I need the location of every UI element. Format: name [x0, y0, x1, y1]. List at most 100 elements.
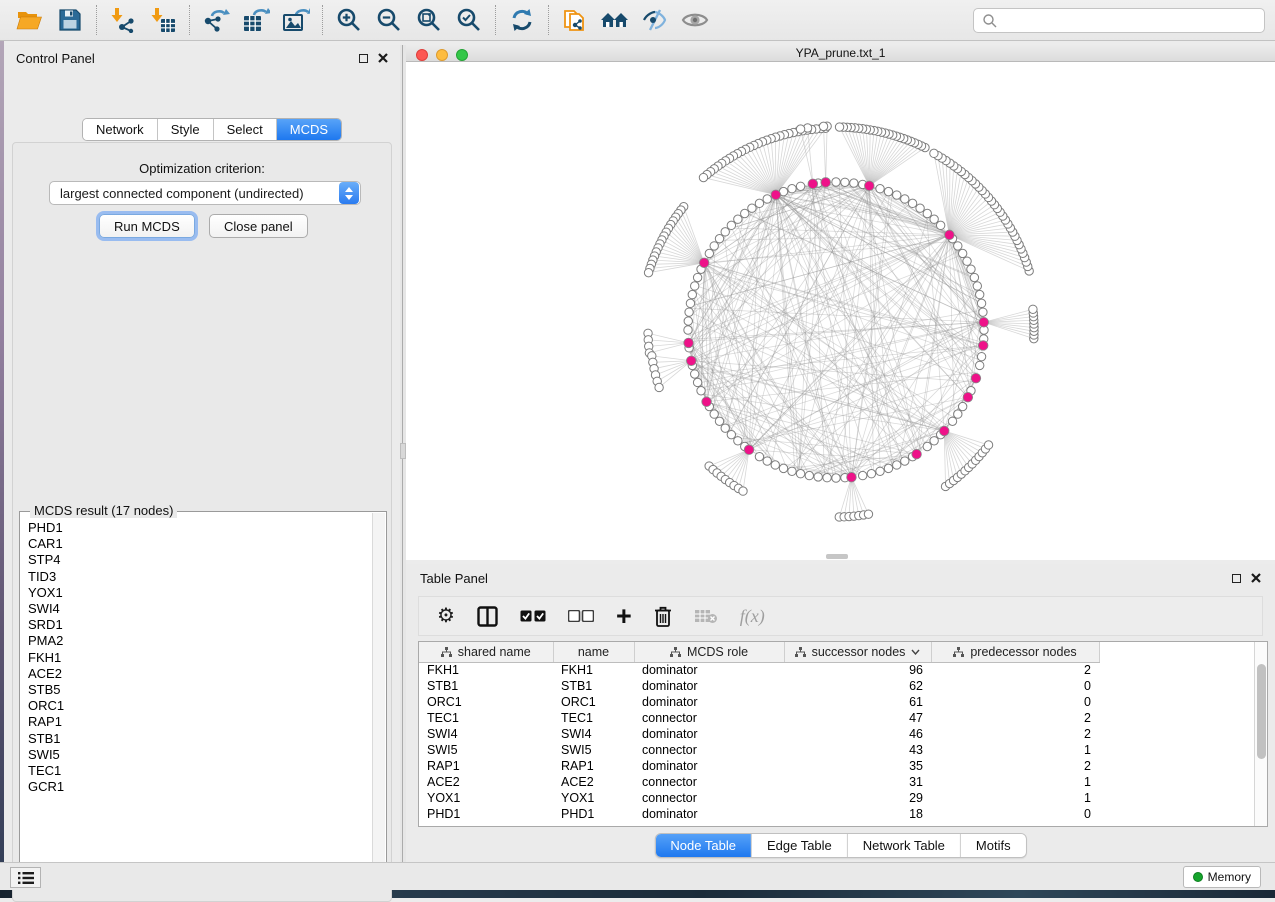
mcds-result-item[interactable]: FKH1 — [28, 650, 373, 666]
mcds-result-item[interactable]: SWI5 — [28, 747, 373, 763]
tab-network-table[interactable]: Network Table — [848, 834, 961, 857]
column-header-successor-nodes[interactable]: successor nodes — [784, 642, 931, 662]
table-row[interactable]: RAP1RAP1dominator352 — [419, 758, 1255, 774]
mcds-tab-content: Optimization criterion: largest connecte… — [12, 142, 392, 902]
table-row[interactable]: PHD1PHD1dominator180 — [419, 806, 1255, 822]
table-row[interactable]: ACE2ACE2connector311 — [419, 774, 1255, 790]
column-type-icon — [441, 647, 452, 657]
delete-row-icon[interactable] — [654, 606, 672, 627]
home-views-icon[interactable] — [595, 3, 635, 37]
column-header-name[interactable]: name — [553, 642, 634, 662]
toolbar-separator — [322, 5, 323, 35]
table-header-row: shared name name MCDS role successor nod… — [419, 642, 1255, 662]
table-toolbar: ⚙ + — [418, 596, 1263, 636]
delete-table-icon[interactable] — [694, 608, 718, 624]
float-panel-icon[interactable] — [359, 54, 368, 63]
column-type-icon — [953, 647, 964, 657]
toolbar-separator — [189, 5, 190, 35]
mcds-result-item[interactable]: YOX1 — [28, 585, 373, 601]
close-table-panel-icon[interactable] — [1251, 573, 1261, 583]
close-panel-icon[interactable] — [378, 53, 388, 63]
export-image-icon[interactable] — [276, 3, 316, 37]
tab-style[interactable]: Style — [158, 119, 214, 140]
deselect-all-rows-icon[interactable] — [568, 610, 594, 622]
column-header-predecessor-nodes[interactable]: predecessor nodes — [931, 642, 1099, 662]
sort-chevron-icon — [911, 649, 920, 655]
mcds-result-item[interactable]: RAP1 — [28, 714, 373, 730]
hide-graphics-details-icon[interactable] — [635, 3, 675, 37]
tab-motifs[interactable]: Motifs — [961, 834, 1026, 857]
toolbar-separator — [96, 5, 97, 35]
tab-node-table[interactable]: Node Table — [655, 834, 752, 857]
run-mcds-button[interactable]: Run MCDS — [99, 214, 195, 238]
zoom-selected-icon[interactable] — [449, 3, 489, 37]
control-panel-tabs: Network Style Select MCDS — [82, 118, 342, 141]
function-builder-icon[interactable]: f(x) — [740, 606, 765, 627]
mcds-result-item[interactable]: CAR1 — [28, 536, 373, 552]
export-network-icon[interactable] — [196, 3, 236, 37]
float-table-panel-icon[interactable] — [1232, 574, 1241, 583]
mcds-result-item[interactable]: SRD1 — [28, 617, 373, 633]
tab-edge-table[interactable]: Edge Table — [752, 834, 848, 857]
mcds-result-item[interactable]: PHD1 — [28, 520, 373, 536]
column-header-mcds-role[interactable]: MCDS role — [634, 642, 784, 662]
table-vscrollbar[interactable] — [1254, 642, 1267, 826]
table-row[interactable]: TEC1TEC1connector472 — [419, 710, 1255, 726]
mcds-result-item[interactable]: ACE2 — [28, 666, 373, 682]
table-row[interactable]: STB1STB1dominator620 — [419, 678, 1255, 694]
column-type-icon — [795, 647, 806, 657]
tab-mcds[interactable]: MCDS — [277, 119, 341, 140]
import-table-icon[interactable] — [143, 3, 183, 37]
show-columns-icon[interactable] — [477, 606, 498, 627]
table-row[interactable]: SWI4SWI4dominator462 — [419, 726, 1255, 742]
close-panel-button[interactable]: Close panel — [209, 214, 308, 238]
zoom-in-icon[interactable] — [329, 3, 369, 37]
table-row[interactable]: ORC1ORC1dominator610 — [419, 694, 1255, 710]
network-canvas[interactable] — [406, 62, 1275, 560]
memory-button[interactable]: Memory — [1183, 866, 1261, 888]
column-header-shared-name[interactable]: shared name — [419, 642, 553, 662]
add-row-icon[interactable]: + — [616, 606, 632, 626]
show-graphics-details-icon[interactable] — [675, 3, 715, 37]
table-settings-gear-icon[interactable]: ⚙ — [437, 606, 455, 626]
tab-select[interactable]: Select — [214, 119, 277, 140]
zoom-out-icon[interactable] — [369, 3, 409, 37]
mcds-result-item[interactable]: PMA2 — [28, 633, 373, 649]
toolbar-separator — [548, 5, 549, 35]
mcds-result-item[interactable]: TEC1 — [28, 763, 373, 779]
clone-network-icon[interactable] — [555, 3, 595, 37]
refresh-icon[interactable] — [502, 3, 542, 37]
search-field[interactable] — [973, 8, 1265, 33]
memory-status-icon — [1193, 872, 1203, 882]
zoom-fit-icon[interactable] — [409, 3, 449, 37]
mcds-result-item[interactable]: TID3 — [28, 569, 373, 585]
table-row[interactable]: FKH1FKH1dominator962 — [419, 662, 1255, 678]
mcds-result-item[interactable]: STB5 — [28, 682, 373, 698]
mcds-result-item[interactable]: STP4 — [28, 552, 373, 568]
task-history-button[interactable] — [10, 867, 41, 888]
mcds-result-list[interactable]: PHD1CAR1STP4TID3YOX1SWI4SRD1PMA2FKH1ACE2… — [21, 520, 373, 876]
mcds-result-scrollbar[interactable] — [372, 513, 385, 877]
mcds-result-item[interactable]: STB1 — [28, 731, 373, 747]
network-window-titlebar[interactable]: YPA_prune.txt_1 — [406, 44, 1275, 62]
table-row[interactable]: YOX1YOX1connector291 — [419, 790, 1255, 806]
select-all-rows-icon[interactable] — [520, 610, 546, 622]
node-table: shared name name MCDS role successor nod… — [418, 641, 1268, 827]
select-stepper-icon — [339, 182, 359, 204]
table-panel-title: Table Panel — [420, 571, 488, 586]
save-session-icon[interactable] — [50, 3, 90, 37]
import-network-icon[interactable] — [103, 3, 143, 37]
table-row[interactable]: SWI5SWI5connector431 — [419, 742, 1255, 758]
export-table-icon[interactable] — [236, 3, 276, 37]
search-input[interactable] — [998, 9, 1264, 32]
table-vscroll-thumb[interactable] — [1257, 664, 1266, 759]
tab-network[interactable]: Network — [83, 119, 158, 140]
network-hscroll-thumb[interactable] — [826, 554, 848, 559]
mcds-result-item[interactable]: SWI4 — [28, 601, 373, 617]
mcds-result-item[interactable]: GCR1 — [28, 779, 373, 795]
open-session-icon[interactable] — [10, 3, 50, 37]
control-panel-title: Control Panel — [16, 51, 95, 66]
optimization-criterion-select[interactable]: largest connected component (undirected) — [49, 181, 361, 205]
column-type-icon — [670, 647, 681, 657]
mcds-result-item[interactable]: ORC1 — [28, 698, 373, 714]
